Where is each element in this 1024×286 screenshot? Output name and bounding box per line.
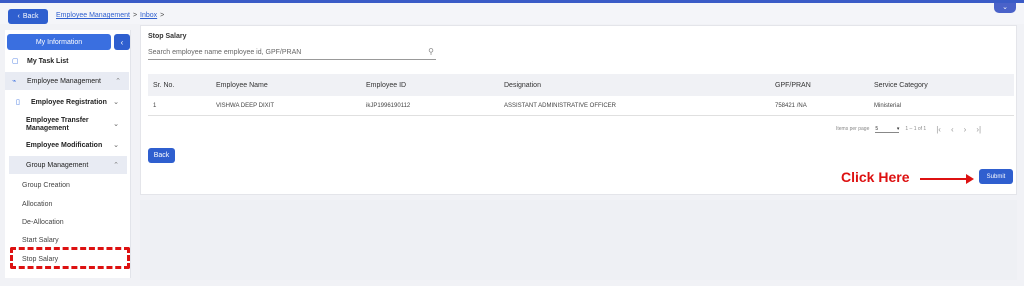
cell-gpf-pran: 758421 /NA: [775, 102, 807, 109]
cell-designation: ASSISTANT ADMINISTRATIVE OFFICER: [504, 102, 617, 109]
document-icon: ▯: [16, 99, 20, 106]
sidebar: My Information ‹ ▢ My Task List ⌁ Employ…: [5, 30, 131, 278]
cell-employee-name: VISHWA DEEP DIXIT: [216, 102, 275, 109]
breadcrumb-separator: >: [132, 12, 138, 19]
page-title: Stop Salary: [148, 33, 187, 40]
cell-service-category: Ministerial: [874, 102, 902, 109]
breadcrumb-employee-management[interactable]: Employee Management: [56, 12, 130, 19]
chevron-down-icon: ⌄: [113, 121, 119, 128]
back-button[interactable]: Back: [148, 148, 175, 163]
cell-employee-id: ikJP1996190112: [366, 102, 411, 109]
first-page-icon[interactable]: |‹: [936, 125, 941, 134]
column-gpf-pran: GPF/PRAN: [775, 81, 811, 89]
chart-icon: ⌁: [12, 78, 17, 85]
header-back-button[interactable]: ‹ Back: [8, 9, 48, 24]
sidebar-item-start-salary[interactable]: Start Salary: [22, 237, 59, 244]
sidebar-item-group-creation[interactable]: Group Creation: [22, 182, 70, 189]
previous-page-icon[interactable]: ‹: [951, 125, 954, 134]
sidebar-item-employee-modification[interactable]: Employee Modification ⌄: [9, 138, 127, 152]
sidebar-item-employee-transfer[interactable]: Employee Transfer Management ⌄: [9, 114, 127, 136]
breadcrumb-inbox[interactable]: Inbox: [140, 12, 157, 19]
column-designation: Designation: [504, 81, 541, 89]
click-here-annotation: Click Here: [841, 169, 910, 185]
main-panel: Stop Salary Search employee name employe…: [140, 25, 1017, 195]
pagination: Items per page 5 ▾ 1 – 1 of 1 |‹ ‹ › ›|: [836, 123, 1006, 135]
items-per-page-label: Items per page: [836, 126, 870, 132]
task-list-icon: ▢: [12, 58, 19, 65]
sidebar-item-group-management[interactable]: Group Management ⌃: [9, 156, 127, 174]
column-employee-id: Employee ID: [366, 81, 407, 89]
my-information-button[interactable]: My Information: [7, 34, 111, 50]
search-placeholder: Search employee name employee id, GPF/PR…: [148, 49, 302, 56]
chevron-down-icon[interactable]: ⌄: [994, 3, 1016, 13]
pagination-range: 1 – 1 of 1: [905, 126, 927, 132]
empty-content-area: [140, 200, 1017, 280]
sidebar-item-allocation[interactable]: Allocation: [22, 201, 52, 208]
annotation-arrow-line: [920, 178, 968, 180]
chevron-up-icon: ⌃: [113, 162, 119, 169]
chevron-down-icon: ⌄: [113, 142, 119, 149]
column-service-category: Service Category: [874, 81, 928, 89]
chevron-down-icon: ⌄: [113, 99, 119, 106]
sidebar-item-employee-management[interactable]: ⌁ Employee Management ⌃: [5, 72, 129, 90]
chevron-up-icon: ⌃: [115, 78, 121, 85]
sidebar-item-employee-registration[interactable]: ▯ Employee Registration ⌄: [9, 94, 127, 110]
submit-button[interactable]: Submit: [979, 169, 1013, 184]
cell-sr-no: 1: [153, 102, 157, 109]
sidebar-item-my-task-list[interactable]: ▢ My Task List: [5, 54, 129, 68]
last-page-icon[interactable]: ›|: [976, 125, 981, 134]
items-per-page-select[interactable]: 5 ▾: [875, 125, 900, 133]
arrow-right-icon: [966, 174, 974, 184]
breadcrumb: Employee Management > Inbox >: [56, 12, 164, 19]
top-bar: ‹ Back Employee Management > Inbox > ⌄: [0, 0, 1024, 24]
next-page-icon[interactable]: ›: [964, 125, 967, 134]
table-row[interactable]: 1 VISHWA DEEP DIXIT ikJP1996190112 ASSIS…: [148, 96, 1014, 116]
collapse-sidebar-icon[interactable]: ‹: [114, 34, 130, 50]
table-header: Sr. No. Employee Name Employee ID Design…: [148, 74, 1014, 96]
sidebar-item-de-allocation[interactable]: De-Allocation: [22, 219, 64, 226]
breadcrumb-separator: >: [160, 12, 165, 19]
stop-salary-highlight: [10, 247, 130, 269]
column-employee-name: Employee Name: [216, 81, 268, 89]
chevron-left-icon: ‹: [17, 13, 20, 20]
dropdown-arrow-icon: ▾: [896, 125, 900, 132]
column-sr-no: Sr. No.: [153, 81, 175, 89]
search-input[interactable]: Search employee name employee id, GPF/PR…: [148, 45, 436, 60]
search-icon: ⚲: [428, 47, 434, 56]
